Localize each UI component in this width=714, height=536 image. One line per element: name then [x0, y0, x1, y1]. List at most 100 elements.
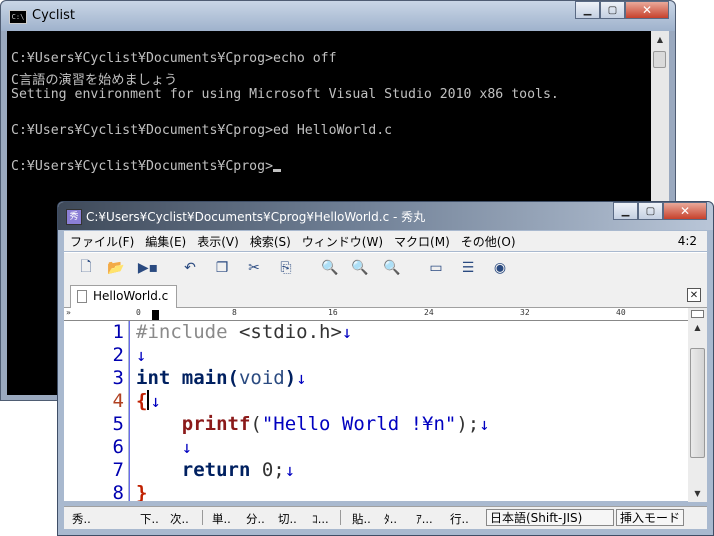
paren: ( [250, 413, 262, 435]
keyword: return [181, 459, 251, 481]
console-line: Setting environment for using Microsoft … [11, 87, 559, 102]
maximize-icon: ▢ [645, 205, 656, 217]
new-file-button[interactable]: 🗋 [76, 259, 96, 277]
save-button[interactable]: ▶▪ [138, 259, 158, 277]
cut-button[interactable]: ✂ [244, 259, 264, 277]
encoding-indicator[interactable]: 日本語(Shift-JIS) [486, 509, 614, 526]
minimize-icon: ▁ [583, 4, 592, 16]
status-item[interactable]: 単.. [212, 511, 231, 527]
undo-button[interactable]: ↶ [180, 259, 200, 277]
undo-icon: ↶ [184, 260, 196, 276]
line-number: 7 [112, 459, 124, 481]
console-line: C:¥Users¥Cyclist¥Documents¥Cprog>echo of… [11, 51, 337, 66]
line-number: 6 [112, 436, 124, 458]
maximize-button[interactable]: ▢ [600, 1, 625, 19]
settings-globe-icon: ◉ [493, 260, 507, 276]
find-prev-button[interactable]: 🔍 [350, 259, 370, 277]
line-number: 1 [112, 321, 124, 343]
menu-file[interactable]: ファイル(F) [70, 233, 134, 250]
toolbar: 🗋 📂 ▶▪ ↶ ❐ ✂ ⎘ 🔍 🔍 🔍 ▭ ☰ ◉ [64, 252, 707, 284]
paren: ) [284, 367, 297, 389]
split-button[interactable]: ☰ [458, 259, 478, 277]
close-button[interactable]: ✕ [625, 1, 669, 19]
status-item[interactable]: 貼.. [352, 511, 371, 527]
status-item[interactable]: ｱ... [416, 511, 433, 527]
search-icon: 🔍 [321, 260, 339, 276]
newline-mark: ↓ [296, 369, 307, 389]
menu-search[interactable]: 検索(S) [250, 233, 291, 250]
menu-bar: ファイル(F) 編集(E) 表示(V) 検索(S) ウィンドウ(W) マクロ(M… [64, 231, 707, 251]
cut-icon: ✂ [248, 260, 260, 276]
editor-window[interactable]: 秀 C:¥Users¥Cyclist¥Documents¥Cprog¥Hello… [57, 201, 714, 536]
newline-mark: ↓ [341, 323, 353, 343]
console-icon: C:\ [9, 10, 27, 24]
code-editor-area[interactable]: #include <stdio.h>↓ ↓ int main(void)↓ {↓… [129, 321, 688, 501]
input-mode-indicator[interactable]: 挿入モード [616, 509, 684, 526]
ruler-mark: 8 [232, 308, 237, 317]
scroll-down-arrow-icon[interactable]: ▼ [688, 486, 707, 502]
menu-window[interactable]: ウィンドウ(W) [302, 233, 383, 250]
paren: ( [227, 367, 239, 389]
tab-close-button[interactable]: ✕ [687, 288, 701, 302]
console-prompt: C:¥Users¥Cyclist¥Documents¥Cprog> [11, 159, 274, 174]
newline-mark: ↓ [150, 392, 161, 412]
close-icon: ✕ [689, 290, 699, 301]
status-item[interactable]: ﾀ.. [384, 511, 397, 527]
close-button[interactable]: ✕ [663, 202, 707, 220]
editor-scrollbar[interactable]: ▲ ▼ [688, 308, 707, 502]
ruler-mark: 0 [136, 308, 141, 317]
copy-button[interactable]: ❐ [212, 259, 232, 277]
status-item[interactable]: 秀.. [72, 511, 91, 527]
tab-helloworld[interactable]: HelloWorld.c [70, 285, 178, 308]
maximize-button[interactable]: ▢ [638, 202, 663, 220]
minimize-button[interactable]: ▁ [575, 1, 600, 19]
find-next-icon: 🔍 [383, 260, 401, 276]
menu-edit[interactable]: 編集(E) [145, 233, 186, 250]
find-button[interactable]: 🔍 [320, 259, 340, 277]
status-item[interactable]: 分.. [246, 511, 265, 527]
status-item[interactable]: 下.. [140, 511, 159, 527]
status-item[interactable]: ｺ... [312, 511, 329, 527]
minimize-button[interactable]: ▁ [613, 202, 638, 220]
column-ruler: » 0 8 16 24 32 40 [64, 308, 689, 321]
editor-caption-buttons: ▁ ▢ ✕ [613, 202, 707, 222]
line-number-current: 4 [112, 390, 124, 412]
scroll-thumb[interactable] [690, 348, 705, 458]
console-cursor [273, 169, 282, 172]
code-line: printf("Hello World !¥n");↓ [136, 413, 490, 435]
scroll-thumb[interactable] [653, 51, 666, 68]
scroll-up-arrow-icon[interactable]: ▲ [688, 320, 707, 336]
console-titlebar[interactable]: C:\ Cyclist ▁ ▢ ✕ [1, 1, 675, 31]
menu-macro[interactable]: マクロ(M) [394, 233, 450, 250]
window-button[interactable]: ▭ [426, 259, 446, 277]
split-window-icon: ☰ [461, 260, 475, 276]
find-next-button[interactable]: 🔍 [382, 259, 402, 277]
new-file-icon: 🗋 [80, 259, 92, 275]
status-item[interactable]: 次.. [170, 511, 189, 527]
tab-label: HelloWorld.c [93, 289, 169, 303]
paste-button[interactable]: ⎘ [276, 259, 296, 277]
settings-button[interactable]: ◉ [490, 259, 510, 277]
split-handle[interactable] [691, 310, 704, 318]
ruler-mark: 24 [424, 308, 434, 317]
tab-bar: HelloWorld.c ✕ [64, 283, 707, 308]
type-keyword: void [238, 367, 285, 389]
brace: { [136, 390, 148, 412]
open-file-button[interactable]: 📂 [106, 259, 126, 277]
close-icon: ✕ [679, 204, 691, 218]
menu-other[interactable]: その他(O) [461, 233, 516, 250]
ruler-guide: » [66, 308, 71, 317]
console-prompt-line: C:¥Users¥Cyclist¥Documents¥Cprog> [11, 159, 282, 174]
status-item[interactable]: 行.. [450, 511, 469, 527]
status-item[interactable]: 切.. [278, 511, 297, 527]
scroll-up-arrow-icon[interactable]: ▲ [651, 31, 669, 48]
editor-titlebar[interactable]: 秀 C:¥Users¥Cyclist¥Documents¥Cprog¥Hello… [58, 202, 713, 230]
line-number: 5 [112, 413, 124, 435]
menu-view[interactable]: 表示(V) [197, 233, 239, 250]
editor-title: C:¥Users¥Cyclist¥Documents¥Cprog¥HelloWo… [86, 210, 426, 224]
maximize-icon: ▢ [607, 4, 618, 16]
open-folder-icon: 📂 [107, 260, 125, 276]
